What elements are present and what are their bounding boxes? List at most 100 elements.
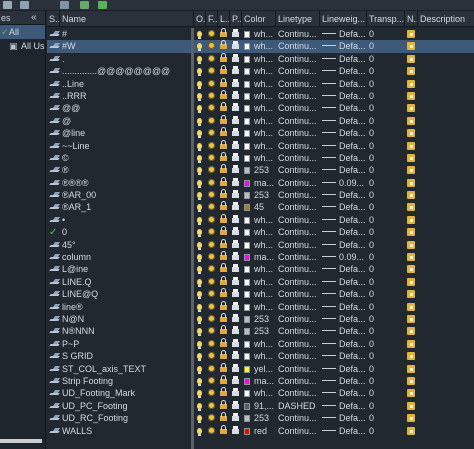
layer-status-icon[interactable] (49, 338, 60, 350)
layer-transparency[interactable]: 0 (369, 140, 403, 152)
layer-linetype[interactable]: Continu... (278, 412, 320, 424)
thaw-sun-icon[interactable] (208, 363, 215, 375)
layer-color[interactable]: wh... (244, 338, 275, 350)
plot-printer-icon[interactable] (232, 152, 239, 164)
layer-transparency[interactable]: 0 (369, 288, 403, 300)
new-vp-freeze-icon[interactable] (407, 164, 415, 176)
layer-row[interactable]: Strip Footing ma... Continu... Defa... 0 (47, 374, 474, 387)
layer-transparency[interactable]: 0 (369, 40, 403, 52)
layer-description[interactable] (420, 189, 474, 201)
layer-row[interactable]: ..RRR wh... Continu... Defa... 0 (47, 89, 474, 102)
layer-name[interactable]: P~P (62, 338, 190, 350)
new-vp-freeze-icon[interactable] (407, 78, 415, 90)
layer-status-icon[interactable] (49, 288, 60, 300)
layer-lineweight[interactable]: Defa... (322, 127, 367, 139)
layer-status-icon[interactable] (49, 400, 60, 412)
layer-color[interactable]: 253 (244, 325, 275, 337)
layer-row[interactable]: ST_COL_axis_TEXT yel... Continu... Defa... 0 (47, 362, 474, 375)
column-header-lock[interactable]: L.. (218, 11, 230, 27)
layer-description[interactable] (420, 214, 474, 226)
layer-description[interactable] (420, 201, 474, 213)
layer-description[interactable] (420, 40, 474, 52)
column-header-color[interactable]: Color (242, 11, 276, 27)
column-header-lineweight[interactable]: Lineweig... (320, 11, 367, 27)
layer-lineweight[interactable]: Defa... (322, 288, 367, 300)
layer-name[interactable]: N®NNN (62, 325, 190, 337)
layer-name[interactable]: L@ine (62, 263, 190, 275)
plot-printer-icon[interactable] (232, 189, 239, 201)
layer-row[interactable]: L@ine wh... Continu... Defa... 0 (47, 263, 474, 275)
unlocked-padlock-icon[interactable] (220, 325, 227, 337)
layer-linetype[interactable]: Continu... (278, 387, 320, 399)
layer-color[interactable]: 253 (244, 164, 275, 176)
layer-transparency[interactable]: 0 (369, 164, 403, 176)
column-header-transparency[interactable]: Transp... (367, 11, 405, 27)
layer-row[interactable]: WALLS red Continu... Defa... 0 (47, 424, 474, 437)
layer-row[interactable]: LINE.Q wh... Continu... Defa... 0 (47, 275, 474, 288)
layer-status-icon[interactable] (49, 425, 60, 437)
layer-lineweight[interactable]: Defa... (322, 189, 367, 201)
layer-name[interactable]: ®AR_00 (62, 189, 190, 201)
layer-name[interactable]: @@ (62, 102, 190, 114)
plot-printer-icon[interactable] (232, 425, 239, 437)
layer-linetype[interactable]: Continu... (278, 226, 320, 238)
layer-linetype[interactable]: Continu... (278, 189, 320, 201)
layer-color[interactable]: wh... (244, 387, 275, 399)
layer-linetype[interactable]: Continu... (278, 301, 320, 313)
unlocked-padlock-icon[interactable] (220, 52, 227, 65)
layer-status-icon[interactable] (49, 325, 60, 337)
layer-lineweight[interactable]: Defa... (322, 102, 367, 114)
lightbulb-on-icon[interactable] (197, 28, 202, 40)
thaw-sun-icon[interactable] (208, 28, 215, 40)
plot-printer-icon[interactable] (232, 301, 239, 313)
plot-printer-icon[interactable] (232, 288, 239, 300)
thaw-sun-icon[interactable] (208, 65, 215, 77)
plot-printer-icon[interactable] (232, 412, 239, 424)
new-layer-icon[interactable] (3, 1, 12, 9)
plot-printer-icon[interactable] (232, 164, 239, 176)
layer-description[interactable] (420, 263, 474, 275)
layer-status-icon[interactable] (49, 189, 60, 201)
layer-color[interactable]: ma... (244, 375, 275, 387)
layer-row[interactable]: • wh... Continu... Defa... 0 (47, 213, 474, 226)
layer-transparency[interactable]: 0 (369, 239, 403, 251)
layer-status-icon[interactable] (49, 53, 60, 65)
plot-printer-icon[interactable] (232, 140, 239, 152)
layer-description[interactable] (420, 276, 474, 288)
layer-linetype[interactable]: Continu... (278, 363, 320, 375)
layer-status-icon[interactable] (49, 140, 60, 152)
thaw-sun-icon[interactable] (208, 350, 215, 362)
layer-name[interactable]: WALLS (62, 425, 190, 437)
layer-transparency[interactable]: 0 (369, 65, 403, 77)
lightbulb-on-icon[interactable] (197, 78, 202, 90)
plot-printer-icon[interactable] (232, 201, 239, 213)
layer-status-icon[interactable] (49, 152, 60, 164)
layer-color[interactable]: wh... (244, 288, 275, 300)
collapse-pane-button[interactable]: « (31, 12, 37, 23)
layer-description[interactable] (420, 140, 474, 152)
unlocked-padlock-icon[interactable] (220, 189, 227, 201)
lightbulb-on-icon[interactable] (197, 325, 202, 337)
layer-lineweight[interactable]: Defa... (322, 40, 367, 52)
unlocked-padlock-icon[interactable] (220, 424, 227, 437)
layer-name[interactable]: LINE@Q (62, 288, 190, 300)
unlocked-padlock-icon[interactable] (220, 102, 227, 114)
lightbulb-on-icon[interactable] (197, 115, 202, 127)
layer-color[interactable]: wh... (244, 276, 275, 288)
column-header-description[interactable]: Description (418, 11, 474, 27)
thaw-sun-icon[interactable] (208, 164, 215, 176)
new-vp-freeze-icon[interactable] (407, 350, 415, 362)
lightbulb-on-icon[interactable] (197, 412, 202, 424)
layer-status-icon[interactable] (49, 301, 60, 313)
layer-color[interactable]: yel... (244, 363, 275, 375)
unlocked-padlock-icon[interactable] (220, 300, 227, 313)
unlocked-padlock-icon[interactable] (220, 114, 227, 127)
layer-linetype[interactable]: Continu... (278, 263, 320, 275)
layer-name[interactable]: ..RRR (62, 90, 190, 102)
unlocked-padlock-icon[interactable] (220, 151, 227, 164)
layer-description[interactable] (420, 78, 474, 90)
layer-lineweight[interactable]: Defa... (322, 164, 367, 176)
plot-printer-icon[interactable] (232, 276, 239, 288)
new-vp-freeze-icon[interactable] (407, 214, 415, 226)
unlocked-padlock-icon[interactable] (220, 89, 227, 102)
